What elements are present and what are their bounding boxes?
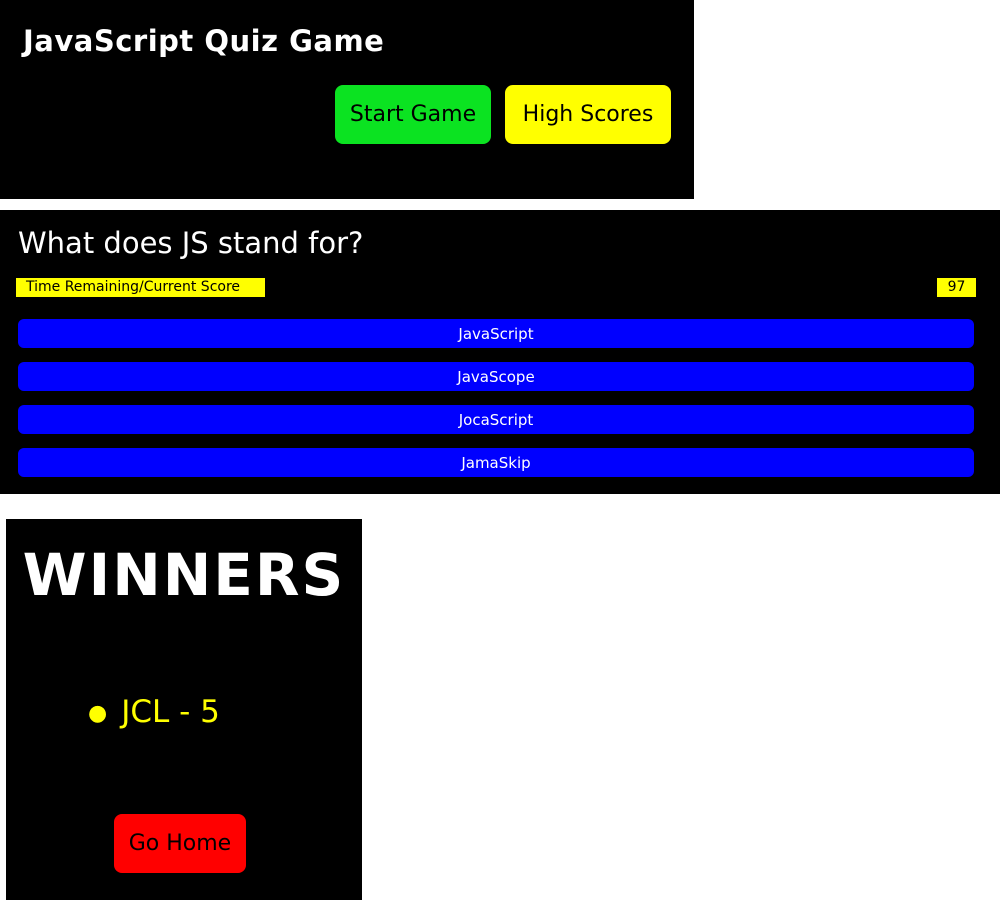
timer-label: Time Remaining/Current Score — [16, 278, 265, 297]
winners-list: ● JCL - 5 — [88, 691, 220, 735]
home-title: JavaScript Quiz Game — [23, 24, 385, 58]
bullet-icon: ● — [88, 700, 108, 726]
quiz-panel: What does JS stand for? Time Remaining/C… — [0, 210, 1000, 494]
answer-button-2[interactable]: JavaScope — [18, 362, 974, 391]
home-panel: JavaScript Quiz Game Start Game High Sco… — [0, 0, 694, 199]
winner-entry: ● JCL - 5 — [88, 691, 220, 735]
answer-button-1[interactable]: JavaScript — [18, 319, 974, 348]
start-game-button[interactable]: Start Game — [335, 85, 491, 144]
timer-value: 97 — [937, 278, 976, 297]
high-scores-button[interactable]: High Scores — [505, 85, 671, 144]
winners-panel: WINNERS ● JCL - 5 Go Home — [6, 519, 362, 900]
winner-entry-text: JCL - 5 — [121, 694, 220, 730]
go-home-button[interactable]: Go Home — [114, 814, 246, 873]
answer-button-3[interactable]: JocaScript — [18, 405, 974, 434]
question-text: What does JS stand for? — [18, 226, 364, 260]
winners-heading: WINNERS — [22, 541, 346, 609]
answer-button-4[interactable]: JamaSkip — [18, 448, 974, 477]
